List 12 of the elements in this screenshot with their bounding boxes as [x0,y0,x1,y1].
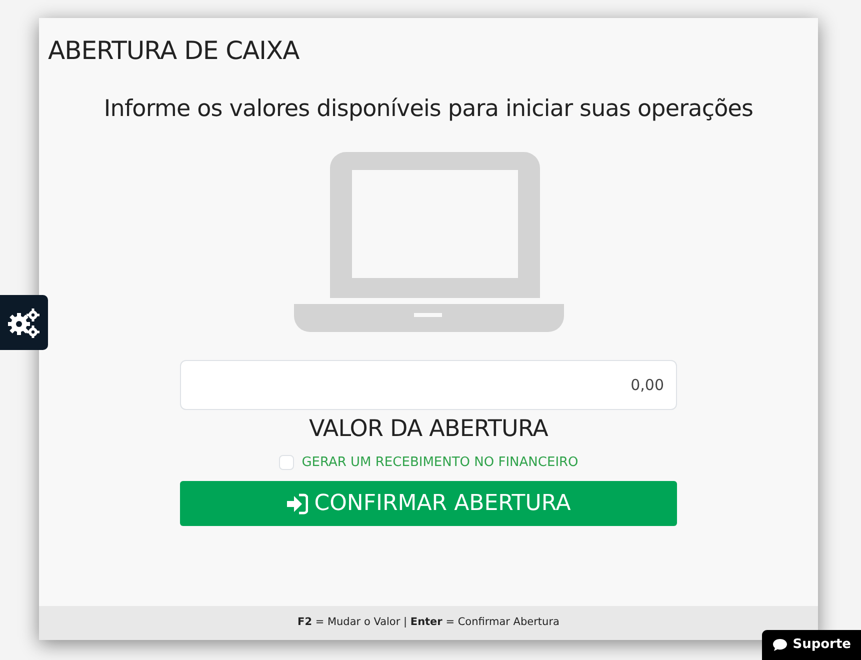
settings-tab[interactable] [0,295,48,350]
dialog-title: ABERTURA DE CAIXA [47,35,300,67]
laptop-icon [294,152,564,334]
settings-icon [7,308,41,338]
chat-icon [772,638,788,652]
shortcut-hint: F2 = Mudar o Valor | Enter = Confirmar Abertura [298,615,560,630]
amount-label: VALOR DA ABERTURA [308,415,549,444]
amount-field[interactable]: 0,00 [180,360,677,410]
instruction-text: Informe os valores disponíveis para iniciar suas operações [102,94,754,124]
sign-in-icon [286,492,308,514]
support-button[interactable]: Suporte [762,630,861,660]
checkbox[interactable] [278,454,294,470]
